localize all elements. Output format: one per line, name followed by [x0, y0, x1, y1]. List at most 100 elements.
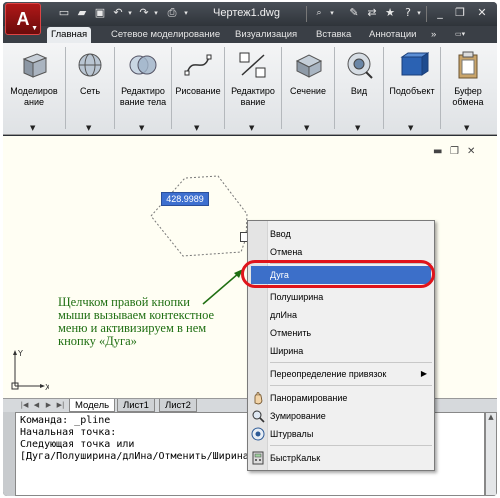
- ribbon-button-label: Вид: [350, 86, 368, 96]
- tab-mesh-modeling[interactable]: Сетевое моделирование: [107, 27, 224, 43]
- menu-item-cancel[interactable]: Отмена: [251, 243, 431, 261]
- first-tab-icon[interactable]: |◀: [19, 400, 30, 411]
- solid-edit-icon: [129, 55, 157, 75]
- new-file-icon[interactable]: ▭: [57, 6, 71, 20]
- ribbon-button-label: Сеть: [79, 86, 101, 96]
- exchange-icon[interactable]: ⇄: [365, 6, 379, 20]
- ribbon-button-label: вание тела: [119, 97, 167, 107]
- menu-item-undo[interactable]: Отменить: [251, 324, 431, 342]
- submenu-arrow-icon: ▶: [420, 369, 427, 378]
- dropdown-arrow-icon: ▼: [86, 124, 92, 132]
- menu-item-snap-overrides[interactable]: Переопределение привязок ▶: [251, 365, 431, 383]
- tab-visualization[interactable]: Визуализация: [231, 27, 301, 43]
- application-window: ▭ ▰ ▣ ↶ ▾ ↷ ▾ ⎙ ▾ Чертеж1.dwg ⌕ ▾ ✎ ⇄ ★ …: [3, 2, 497, 496]
- menu-item-zoom[interactable]: Зумирование: [251, 407, 431, 425]
- star-icon[interactable]: ★: [383, 6, 397, 20]
- ribbon-button-clipboard[interactable]: Буфер обмена ▼: [442, 46, 494, 132]
- menu-item-length[interactable]: длИна: [251, 306, 431, 324]
- tab-sheet2[interactable]: Лист2: [159, 399, 197, 412]
- ribbon-button-solid-editing[interactable]: Редактиро вание тела ▼: [116, 46, 170, 132]
- double-chevron-right-icon[interactable]: »: [427, 27, 440, 43]
- ribbon-button-label: Подобъект: [389, 86, 435, 96]
- ribbon-button-label: ание: [23, 97, 44, 107]
- divider: [65, 47, 66, 129]
- ribbon-button-label: Буфер: [454, 86, 482, 96]
- subobject-icon: [400, 52, 430, 76]
- undo-dropdown-icon[interactable]: ▾: [123, 6, 137, 20]
- restore-icon[interactable]: ❐: [453, 6, 467, 20]
- scroll-up-icon[interactable]: ▲: [486, 413, 496, 421]
- dropdown-arrow-icon: ▼: [139, 124, 145, 132]
- dropdown-arrow-icon: ▼: [408, 124, 414, 132]
- dropdown-arrow-icon: ▼: [30, 124, 36, 132]
- ribbon-button-draw[interactable]: Рисование ▼: [173, 46, 223, 132]
- search-dropdown-icon[interactable]: ▾: [325, 6, 339, 20]
- ribbon-minimize-dropdown-icon[interactable]: ▭▾: [451, 27, 469, 43]
- wrench-icon[interactable]: ✎: [347, 6, 361, 20]
- app-logo-letter: A: [16, 9, 30, 29]
- dropdown-arrow-icon: ▼: [355, 124, 361, 132]
- tab-sheet1[interactable]: Лист1: [117, 399, 155, 412]
- close-icon[interactable]: ✕: [475, 6, 489, 20]
- divider: [224, 47, 225, 129]
- menu-item-steering-wheels[interactable]: Штурвалы: [251, 425, 431, 443]
- redo-dropdown-icon[interactable]: ▾: [149, 6, 163, 20]
- dropdown-arrow-icon: ▼: [304, 124, 310, 132]
- help-dropdown-icon[interactable]: ▾: [412, 6, 426, 20]
- ribbon-button-subobject[interactable]: Подобъект ▼: [385, 46, 439, 132]
- section-icon: [295, 54, 323, 78]
- draw-icon: [184, 54, 212, 76]
- menu-item-label: Ширина: [270, 346, 304, 356]
- tab-annotations[interactable]: Аннотации: [365, 27, 421, 43]
- divider: [306, 6, 307, 22]
- quick-access-dropdown-icon[interactable]: ▾: [179, 6, 193, 20]
- open-folder-icon[interactable]: ▰: [75, 6, 89, 20]
- document-title: Чертеж1.dwg: [213, 7, 280, 19]
- clipboard-icon: [458, 51, 478, 79]
- tab-insert[interactable]: Вставка: [312, 27, 355, 43]
- application-menu-button[interactable]: A ▼: [5, 3, 41, 35]
- menu-item-quickcalc[interactable]: БыстрКальк: [251, 449, 431, 467]
- modify-icon: [239, 52, 266, 78]
- ribbon-button-view[interactable]: Вид ▼: [336, 46, 382, 132]
- menu-item-label: Панорамирование: [270, 393, 348, 403]
- command-line-scrollbar[interactable]: ▲: [485, 412, 497, 496]
- minimize-icon[interactable]: _: [433, 6, 447, 20]
- calculator-icon: [252, 451, 264, 465]
- divider: [114, 47, 115, 129]
- pan-icon: [254, 392, 263, 405]
- steering-wheel-icon: [251, 427, 265, 441]
- menu-separator: [270, 362, 432, 363]
- ribbon-button-section[interactable]: Сечение ▼: [283, 46, 333, 132]
- ribbon-panel: Моделиров ание ▼ Сеть ▼ Редактиро вание …: [3, 43, 497, 135]
- ribbon-button-label: Рисование: [175, 86, 221, 96]
- print-icon[interactable]: ⎙: [165, 6, 179, 20]
- save-icon[interactable]: ▣: [93, 6, 107, 20]
- ribbon-button-mesh[interactable]: Сеть ▼: [67, 46, 113, 132]
- title-bar: ▭ ▰ ▣ ↶ ▾ ↷ ▾ ⎙ ▾ Чертеж1.dwg ⌕ ▾ ✎ ⇄ ★ …: [3, 2, 497, 26]
- previous-tab-icon[interactable]: ◀: [31, 400, 42, 411]
- divider: [426, 6, 427, 22]
- dropdown-arrow-icon: ▼: [249, 124, 255, 132]
- menu-item-label: Переопределение привязок: [270, 369, 387, 379]
- command-line-grip[interactable]: [3, 412, 15, 496]
- view-icon: [347, 52, 373, 79]
- tab-home[interactable]: Главная: [47, 27, 92, 43]
- ribbon-button-modeling[interactable]: Моделиров ание ▼: [5, 46, 63, 132]
- menu-item-halfwidth[interactable]: Полуширина: [251, 288, 431, 306]
- ribbon-tab-bar: Главная Сетевое моделирование Визуализац…: [3, 26, 497, 43]
- ribbon-button-label: вание: [240, 97, 266, 107]
- last-tab-icon[interactable]: ▶|: [55, 400, 66, 411]
- ribbon-button-label: обмена: [452, 97, 484, 107]
- menu-item-enter[interactable]: Ввод: [251, 225, 431, 243]
- next-tab-icon[interactable]: ▶: [43, 400, 54, 411]
- menu-item-pan[interactable]: Панорамирование: [251, 389, 431, 407]
- box-icon: [22, 53, 48, 78]
- ribbon-button-label: Редактиро: [121, 86, 165, 96]
- menu-item-width[interactable]: Ширина: [251, 342, 431, 360]
- context-menu: Ввод Отмена Дуга Полуширина длИна Отмени…: [247, 220, 435, 471]
- menu-item-label: Ввод: [270, 229, 291, 239]
- tab-model[interactable]: Модель: [69, 399, 116, 412]
- search-binoculars-icon[interactable]: ⌕: [312, 6, 326, 20]
- ribbon-button-modify[interactable]: Редактиро вание ▼: [226, 46, 280, 132]
